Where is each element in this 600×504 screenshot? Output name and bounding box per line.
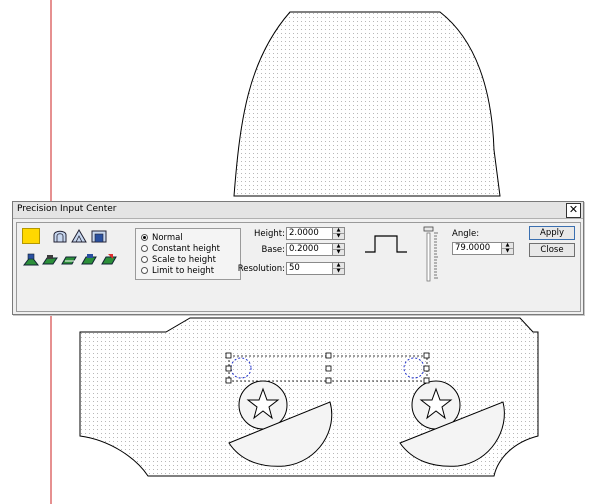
- dialog-titlebar[interactable]: Precision Input Center ✕: [13, 202, 583, 219]
- mode-limit-to-height[interactable]: Limit to height: [141, 265, 214, 276]
- dialog-title: Precision Input Center: [17, 204, 117, 214]
- base-label: Base:: [261, 245, 285, 255]
- angle-input[interactable]: 79.0000: [453, 243, 501, 254]
- shape-tool-5-icon: [101, 254, 117, 265]
- shape-tool-1-icon: [22, 253, 40, 266]
- flat-profile-icon: [91, 230, 107, 243]
- resolution-stepper[interactable]: 50 ▲ ▼: [286, 262, 345, 275]
- apply-button[interactable]: Apply: [529, 226, 575, 240]
- height-input[interactable]: 2.0000: [287, 228, 332, 239]
- slider-ticks: [434, 232, 438, 279]
- height-stepper[interactable]: 2.0000 ▲ ▼: [286, 227, 345, 240]
- base-input[interactable]: 0.2000: [287, 244, 332, 255]
- arch-profile-tool[interactable]: [51, 228, 69, 244]
- shape-tool-5[interactable]: [100, 252, 118, 268]
- height-slider[interactable]: [421, 223, 447, 283]
- handle[interactable]: [423, 352, 430, 359]
- shape-tool-4[interactable]: [80, 252, 98, 268]
- shape-tool-2-icon: [42, 255, 58, 265]
- spin-down-icon[interactable]: ▼: [333, 268, 344, 274]
- angle-label: Angle:: [452, 229, 480, 239]
- dialog-body: Normal Constant height Scale to height L…: [16, 222, 581, 312]
- close-button[interactable]: Close: [529, 243, 575, 257]
- handle[interactable]: [325, 377, 332, 384]
- mode-constant-height[interactable]: Constant height: [141, 243, 220, 254]
- spin-down-icon[interactable]: ▼: [333, 249, 344, 255]
- shape-tool-2[interactable]: [41, 252, 59, 268]
- radio[interactable]: [141, 256, 148, 263]
- peak-profile-tool[interactable]: [70, 228, 88, 244]
- shape-tool-3-icon: [61, 256, 77, 265]
- resolution-input[interactable]: 50: [287, 263, 332, 274]
- radio-selected[interactable]: [141, 234, 148, 241]
- resolution-label: Resolution:: [237, 264, 285, 274]
- shape-tool-1[interactable]: [22, 252, 40, 268]
- slider-track: [426, 232, 431, 282]
- yellow-square-tool[interactable]: [22, 228, 40, 244]
- handle[interactable]: [225, 377, 232, 384]
- spin-down-icon[interactable]: ▼: [502, 248, 513, 254]
- base-stepper[interactable]: 0.2000 ▲ ▼: [286, 243, 345, 256]
- handle[interactable]: [325, 365, 332, 372]
- close-icon: ✕: [568, 203, 579, 216]
- angle-stepper[interactable]: 79.0000 ▲ ▼: [452, 242, 514, 255]
- shape-tool-3[interactable]: [60, 252, 78, 268]
- arch-profile-icon: [53, 230, 67, 243]
- radio[interactable]: [141, 267, 148, 274]
- shape-tool-4-icon: [81, 254, 97, 265]
- peak-profile-icon: [71, 229, 87, 243]
- handle[interactable]: [423, 365, 430, 372]
- flat-profile-tool[interactable]: [90, 228, 108, 244]
- slider-thumb[interactable]: [423, 226, 434, 232]
- profile-preview-icon: [365, 235, 407, 253]
- handle[interactable]: [225, 365, 232, 372]
- spin-down-icon[interactable]: ▼: [333, 233, 344, 239]
- mode-scale-to-height[interactable]: Scale to height: [141, 254, 216, 265]
- mode-normal[interactable]: Normal: [141, 232, 183, 243]
- radio[interactable]: [141, 245, 148, 252]
- handle[interactable]: [225, 352, 232, 359]
- handle[interactable]: [423, 377, 430, 384]
- height-mode-group: Normal Constant height Scale to height L…: [135, 228, 241, 280]
- precision-input-dialog: Precision Input Center ✕ Normal Constant…: [12, 201, 584, 315]
- upper-shape[interactable]: [233, 11, 501, 197]
- height-label: Height:: [254, 229, 285, 239]
- close-x-button[interactable]: ✕: [566, 203, 581, 218]
- handle[interactable]: [325, 352, 332, 359]
